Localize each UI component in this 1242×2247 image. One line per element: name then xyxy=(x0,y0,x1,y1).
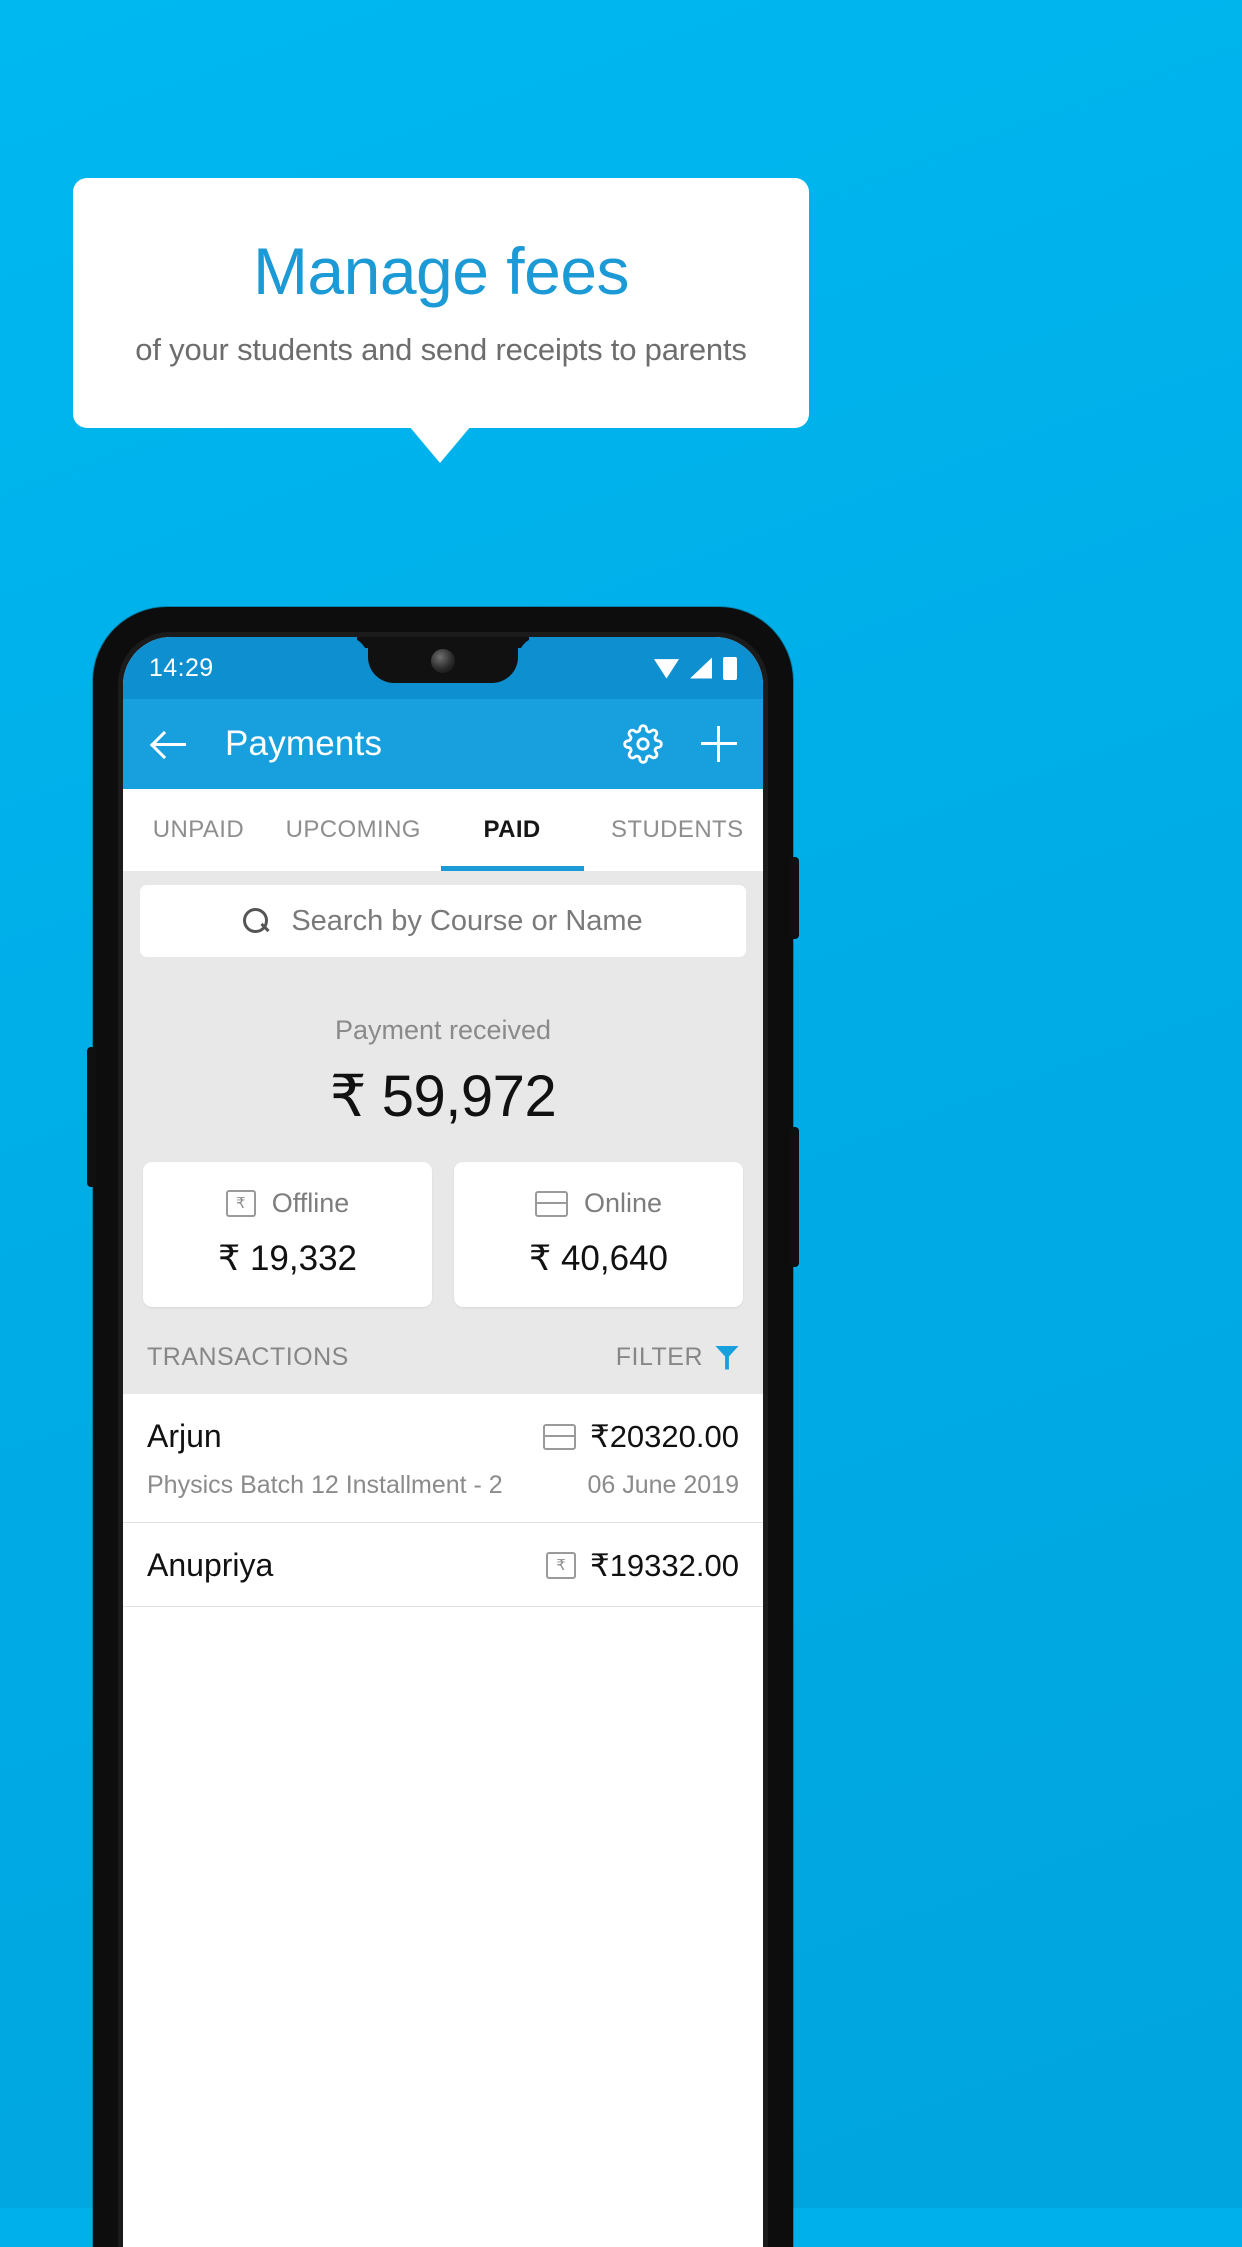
table-row[interactable]: Anupriya ₹ ₹19332.00 xyxy=(123,1523,763,1607)
transaction-amount: ₹20320.00 xyxy=(589,1418,739,1454)
phone-bezel: 14:29 Payments UNPAID UPCOMING PAID STUD… xyxy=(118,632,768,2247)
phone-side-button-power xyxy=(790,857,799,939)
credit-card-icon xyxy=(542,1423,576,1450)
signal-icon xyxy=(690,657,712,679)
promo-bubble-card: Manage fees of your students and send re… xyxy=(73,178,809,428)
transaction-description: Physics Batch 12 Installment - 2 xyxy=(147,1471,503,1499)
page-title: Payments xyxy=(225,724,383,763)
transactions-list: Arjun ₹20320.00 Physics Batch 12 Install… xyxy=(123,1394,763,1607)
gear-icon[interactable] xyxy=(623,724,663,764)
tab-unpaid[interactable]: UNPAID xyxy=(123,789,274,871)
online-label: Online xyxy=(583,1188,663,1218)
search-section: Search by Course or Name xyxy=(123,871,763,975)
transaction-name: Arjun xyxy=(147,1418,222,1454)
phone-side-button-volume-left xyxy=(87,1047,96,1187)
offline-total-card[interactable]: ₹ Offline ₹ 19,332 xyxy=(143,1162,432,1307)
totals-row: ₹ Offline ₹ 19,332 Online ₹ 40,640 xyxy=(123,1136,763,1307)
phone-notch xyxy=(368,637,518,683)
transaction-amount-group: ₹20320.00 xyxy=(542,1418,739,1455)
transaction-amount-group: ₹ ₹19332.00 xyxy=(545,1547,739,1584)
offline-amount: ₹ 19,332 xyxy=(217,1239,358,1278)
promo-bubble-tail xyxy=(409,426,471,463)
search-icon xyxy=(243,908,269,934)
search-input[interactable]: Search by Course or Name xyxy=(140,885,746,957)
app-bar: Payments xyxy=(123,699,763,789)
phone-mockup: 14:29 Payments UNPAID UPCOMING PAID STUD… xyxy=(87,607,799,2247)
offline-label: Offline xyxy=(271,1188,350,1218)
offline-receipt-icon: ₹ xyxy=(545,1552,576,1579)
status-bar: 14:29 xyxy=(123,637,763,699)
app-bar-actions xyxy=(623,724,737,764)
online-total-card[interactable]: Online ₹ 40,640 xyxy=(454,1162,743,1307)
transactions-title: TRANSACTIONS xyxy=(147,1343,349,1371)
transaction-main-line: Anupriya ₹ ₹19332.00 xyxy=(147,1547,739,1584)
transactions-header: TRANSACTIONS FILTER xyxy=(123,1307,763,1394)
table-row[interactable]: Arjun ₹20320.00 Physics Batch 12 Install… xyxy=(123,1394,763,1523)
content-area: Search by Course or Name Payment receive… xyxy=(123,871,763,1607)
plus-icon[interactable] xyxy=(701,726,737,762)
battery-icon xyxy=(723,656,737,680)
promo-headline: Manage fees xyxy=(252,234,630,308)
funnel-icon xyxy=(715,1345,739,1370)
credit-card-icon xyxy=(534,1190,568,1217)
transaction-amount: ₹19332.00 xyxy=(589,1547,739,1583)
transaction-name: Anupriya xyxy=(147,1547,274,1583)
tab-bar: UNPAID UPCOMING PAID STUDENTS xyxy=(123,789,763,871)
back-arrow-icon[interactable] xyxy=(149,722,193,766)
tab-paid[interactable]: PAID xyxy=(433,789,592,871)
status-time: 14:29 xyxy=(149,653,214,682)
wifi-icon xyxy=(654,659,679,679)
tab-upcoming[interactable]: UPCOMING xyxy=(274,789,433,871)
status-icons xyxy=(654,656,737,680)
filter-label: FILTER xyxy=(615,1343,703,1371)
online-card-head: Online xyxy=(534,1188,663,1219)
offline-receipt-icon: ₹ xyxy=(225,1190,256,1217)
tab-students[interactable]: STUDENTS xyxy=(592,789,764,871)
phone-side-button-volume-right xyxy=(790,1127,799,1267)
summary-amount: ₹ 59,972 xyxy=(329,1064,557,1129)
payment-summary: Payment received ₹ 59,972 xyxy=(123,975,763,1136)
front-camera-icon xyxy=(431,649,455,673)
online-amount: ₹ 40,640 xyxy=(528,1239,669,1278)
promo-subline: of your students and send receipts to pa… xyxy=(135,332,747,367)
offline-card-head: ₹ Offline xyxy=(225,1188,350,1219)
transaction-sub-line: Physics Batch 12 Installment - 2 06 June… xyxy=(147,1455,739,1500)
summary-label: Payment received xyxy=(334,1015,552,1045)
transaction-main-line: Arjun ₹20320.00 xyxy=(147,1418,739,1455)
phone-screen: 14:29 Payments UNPAID UPCOMING PAID STUD… xyxy=(123,637,763,2247)
search-placeholder: Search by Course or Name xyxy=(291,904,643,937)
filter-button[interactable]: FILTER xyxy=(616,1343,739,1372)
transaction-date: 06 June 2019 xyxy=(587,1471,739,1499)
